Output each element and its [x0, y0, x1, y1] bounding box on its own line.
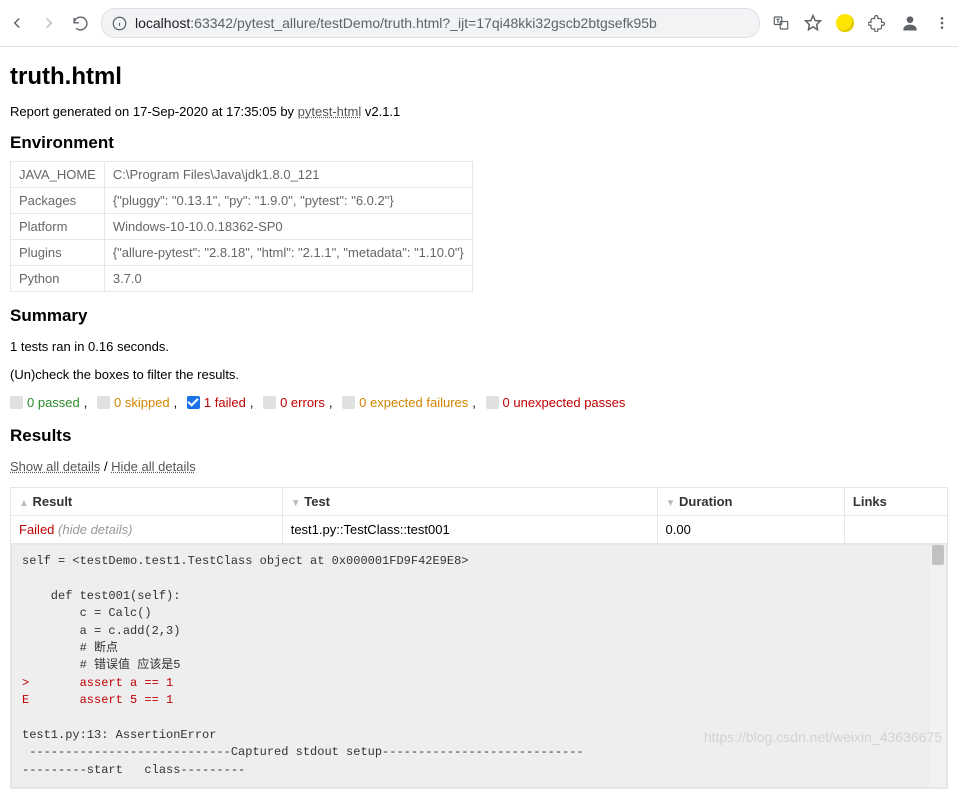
nav-buttons — [8, 14, 89, 32]
checkbox-icon — [97, 396, 110, 409]
address-bar[interactable]: localhost:63342/pytest_allure/testDemo/t… — [101, 8, 760, 38]
env-value: 3.7.0 — [104, 266, 472, 292]
col-result[interactable]: ▲ Result — [11, 488, 283, 516]
env-row: Plugins{"allure-pytest": "2.8.18", "html… — [11, 240, 473, 266]
env-value: {"allure-pytest": "2.8.18", "html": "2.1… — [104, 240, 472, 266]
checkbox-icon — [10, 396, 23, 409]
scrollbar-thumb[interactable] — [932, 545, 944, 565]
traceback-row: self = <testDemo.test1.TestClass object … — [11, 544, 948, 789]
hide-details-link[interactable]: (hide details) — [58, 522, 132, 537]
col-links: Links — [844, 488, 947, 516]
env-row: Python3.7.0 — [11, 266, 473, 292]
env-key: Python — [11, 266, 105, 292]
sort-asc-icon: ▲ — [19, 498, 29, 509]
forward-icon[interactable] — [40, 14, 58, 32]
env-value: {"pluggy": "0.13.1", "py": "1.9.0", "pyt… — [104, 188, 472, 214]
checkbox-checked-icon — [187, 396, 200, 409]
checkbox-icon — [486, 396, 499, 409]
env-row: JAVA_HOMEC:\Program Files\Java\jdk1.8.0_… — [11, 162, 473, 188]
page-content: truth.html Report generated on 17-Sep-20… — [0, 47, 958, 803]
back-icon[interactable] — [8, 14, 26, 32]
pytest-html-link[interactable]: pytest-html — [298, 104, 362, 119]
filter-xpass[interactable]: 0 unexpected passes — [486, 395, 626, 410]
filter-failed[interactable]: 1 failed, — [187, 395, 254, 410]
summary-filters: 0 passed, 0 skipped, 1 failed, 0 errors,… — [10, 395, 948, 412]
env-key: Platform — [11, 214, 105, 240]
table-row: Failed (hide details) test1.py::TestClas… — [11, 516, 948, 544]
menu-icon[interactable] — [934, 15, 950, 31]
result-cell: Failed (hide details) — [11, 516, 283, 544]
summary-filter-hint: (Un)check the boxes to filter the result… — [10, 367, 948, 382]
browser-toolbar: localhost:63342/pytest_allure/testDemo/t… — [0, 0, 958, 47]
test-cell: test1.py::TestClass::test001 — [282, 516, 657, 544]
filter-skipped[interactable]: 0 skipped, — [97, 395, 177, 410]
env-row: PlatformWindows-10-10.0.18362-SP0 — [11, 214, 473, 240]
translate-icon[interactable] — [772, 14, 790, 32]
environment-table: JAVA_HOMEC:\Program Files\Java\jdk1.8.0_… — [10, 161, 473, 292]
duration-cell: 0.00 — [657, 516, 844, 544]
summary-heading: Summary — [10, 306, 948, 326]
env-row: Packages{"pluggy": "0.13.1", "py": "1.9.… — [11, 188, 473, 214]
filter-passed[interactable]: 0 passed, — [10, 395, 87, 410]
show-all-details-link[interactable]: Show all details — [10, 459, 100, 474]
results-detail-links: Show all details / Hide all details — [10, 459, 948, 474]
results-table: ▲ Result ▼ Test ▼ Duration Links Failed … — [10, 487, 948, 789]
col-duration[interactable]: ▼ Duration — [657, 488, 844, 516]
report-meta: Report generated on 17-Sep-2020 at 17:35… — [10, 104, 948, 119]
traceback-log[interactable]: self = <testDemo.test1.TestClass object … — [11, 544, 947, 788]
env-value: C:\Program Files\Java\jdk1.8.0_121 — [104, 162, 472, 188]
environment-heading: Environment — [10, 133, 948, 153]
results-header-row: ▲ Result ▼ Test ▼ Duration Links — [11, 488, 948, 516]
extensions-icon[interactable] — [868, 14, 886, 32]
filter-xfail[interactable]: 0 expected failures, — [342, 395, 476, 410]
site-info-icon[interactable] — [112, 16, 127, 31]
summary-tests-ran: 1 tests ran in 0.16 seconds. — [10, 339, 948, 354]
sort-icon: ▼ — [666, 498, 676, 509]
links-cell — [844, 516, 947, 544]
profile-icon[interactable] — [900, 13, 920, 33]
scrollbar[interactable] — [930, 545, 946, 787]
env-value: Windows-10-10.0.18362-SP0 — [104, 214, 472, 240]
env-key: Plugins — [11, 240, 105, 266]
env-key: Packages — [11, 188, 105, 214]
filter-errors[interactable]: 0 errors, — [263, 395, 332, 410]
toolbar-right — [772, 13, 950, 33]
checkbox-icon — [342, 396, 355, 409]
checkbox-icon — [263, 396, 276, 409]
page-title: truth.html — [10, 63, 948, 91]
url-text: localhost:63342/pytest_allure/testDemo/t… — [135, 15, 657, 31]
star-icon[interactable] — [804, 14, 822, 32]
reload-icon[interactable] — [72, 15, 89, 32]
results-heading: Results — [10, 426, 948, 446]
col-test[interactable]: ▼ Test — [282, 488, 657, 516]
hide-all-details-link[interactable]: Hide all details — [111, 459, 196, 474]
extension-yellow-icon[interactable] — [836, 14, 854, 32]
sort-icon: ▼ — [291, 498, 301, 509]
env-key: JAVA_HOME — [11, 162, 105, 188]
